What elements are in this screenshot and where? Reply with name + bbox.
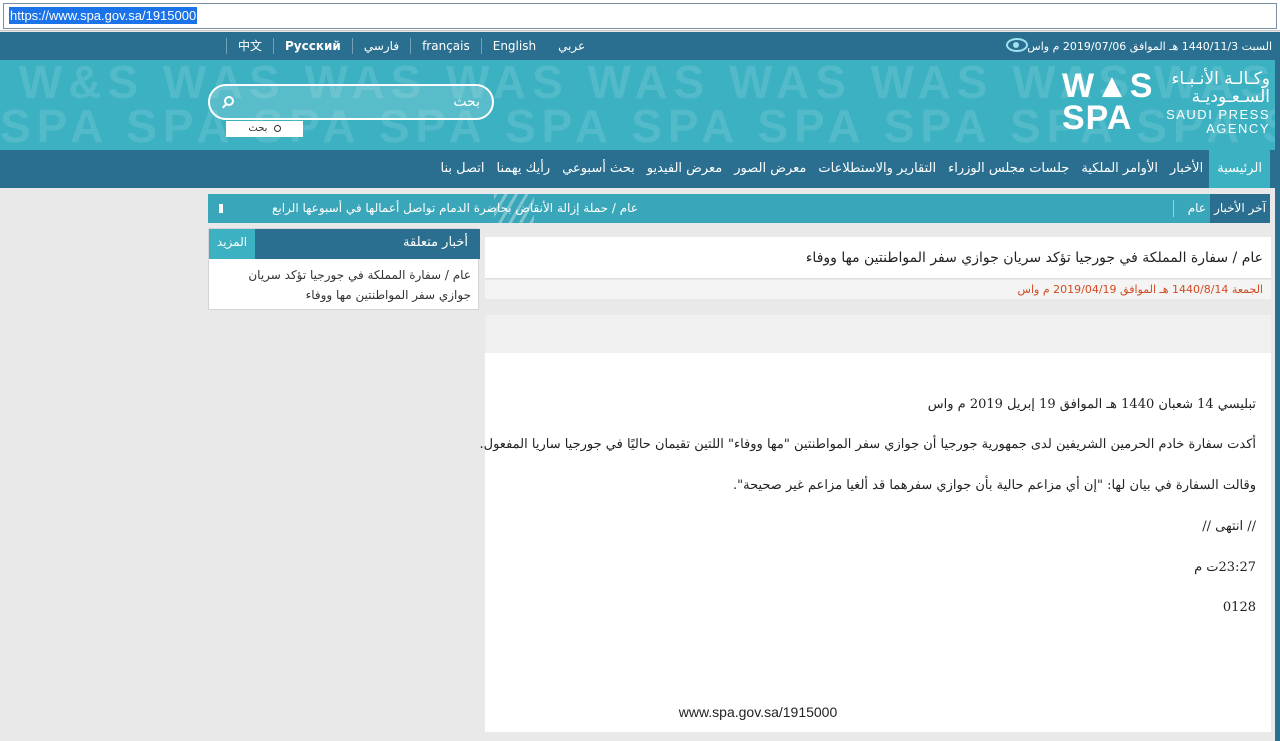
nav-items: الرئيسية الأخبار الأوامر الملكية جلسات م… <box>435 150 1270 188</box>
search-box[interactable] <box>208 84 494 120</box>
lang-english[interactable]: English <box>480 38 547 54</box>
ticker-pause-icon[interactable] <box>219 204 223 213</box>
right-window-edge <box>1275 32 1280 741</box>
nav-contact[interactable]: اتصل بنا <box>435 150 491 188</box>
logo-mark: W▲S SPA <box>1062 67 1154 137</box>
article-title: عام / سفارة المملكة في جورجيا تؤكد سريان… <box>805 250 1263 266</box>
article-date: الجمعة 1440/8/14 هـ الموافق 2019/04/19 م… <box>1017 283 1263 296</box>
language-switcher: عربي English français فارسي Русский 中文 <box>226 32 596 60</box>
lang-arabic[interactable]: عربي <box>547 38 596 54</box>
lang-russian[interactable]: Русский <box>273 38 352 54</box>
date-line: السبت 1440/11/3 هـ الموافق 2019/07/06 م … <box>1027 39 1272 53</box>
logo-english-name: SAUDI PRESS AGENCY <box>1166 107 1270 136</box>
lang-chinese[interactable]: 中文 <box>226 38 273 54</box>
top-bar: عربي English français فارسي Русский 中文 ا… <box>0 32 1280 60</box>
logo-arabic-name: وكـالـة الأنـبـاء السـعـوديـة <box>1171 69 1270 107</box>
news-ticker: آخر الأخبار عام عام / حملة إزالة الأنقاض… <box>208 194 1270 223</box>
search-button-icon <box>273 124 281 132</box>
related-news-header: المزيد أخبار متعلقة <box>209 229 480 259</box>
article-date-box: الجمعة 1440/8/14 هـ الموافق 2019/04/19 م… <box>485 280 1271 299</box>
related-news-title: أخبار متعلقة <box>403 235 468 250</box>
article-media-band <box>485 315 1271 353</box>
nav-video-gallery[interactable]: معرض الفيديو <box>641 150 729 188</box>
search-input[interactable] <box>240 91 480 113</box>
nav-photo-gallery[interactable]: معرض الصور <box>728 150 812 188</box>
nav-news[interactable]: الأخبار <box>1164 150 1209 188</box>
url-text[interactable]: https://www.spa.gov.sa/1915000 <box>9 7 198 24</box>
search-button-label: بحث <box>248 123 268 134</box>
ticker-headline[interactable]: عام / حملة إزالة الأنقاض بحاضرة الدمام ت… <box>232 194 638 223</box>
article-paragraph: أكدت سفارة خادم الحرمين الشريفين لدى جمه… <box>479 437 1256 452</box>
address-bar[interactable]: https://www.spa.gov.sa/1915000 <box>0 0 1280 31</box>
spa-logo[interactable]: W▲S SPA وكـالـة الأنـبـاء السـعـوديـة SAU… <box>1062 67 1272 140</box>
search-button[interactable]: بحث <box>226 121 303 137</box>
article-paragraph: وقالت السفارة في بيان لها: "إن أي مزاعم … <box>733 478 1256 493</box>
article-dateline: تبليسي 14 شعبان 1440 هـ الموافق 19 إبريل… <box>927 397 1256 412</box>
related-news-panel: المزيد أخبار متعلقة عام / سفارة المملكة … <box>208 228 480 310</box>
article-source-link[interactable]: www.spa.gov.sa/1915000 <box>485 704 1031 720</box>
accessibility-eye-icon[interactable] <box>1006 38 1028 52</box>
ticker-label: آخر الأخبار <box>1210 194 1270 223</box>
nav-royal-orders[interactable]: الأوامر الملكية <box>1075 150 1164 188</box>
lang-persian[interactable]: فارسي <box>351 38 410 54</box>
ticker-category[interactable]: عام <box>1188 194 1206 223</box>
ticker-divider <box>1173 200 1174 217</box>
article-code: 0128 <box>1222 600 1256 615</box>
related-news-item[interactable]: عام / سفارة المملكة في جورجيا تؤكد سريان… <box>219 265 471 305</box>
article-end-marker: // انتهى // <box>1202 519 1256 534</box>
more-button[interactable]: المزيد <box>209 229 255 259</box>
header-banner: W&S WAS WAS WAS WAS WAS WAS WAS WAS WAS … <box>0 60 1280 150</box>
ticker-stripes <box>494 194 534 223</box>
main-nav: الرئيسية الأخبار الأوامر الملكية جلسات م… <box>0 150 1280 188</box>
article-title-box: عام / سفارة المملكة في جورجيا تؤكد سريان… <box>485 237 1271 279</box>
nav-home[interactable]: الرئيسية <box>1209 150 1270 188</box>
nav-feedback[interactable]: رأيك يهمنا <box>491 150 557 188</box>
lang-french[interactable]: français <box>410 38 481 54</box>
article-body: تبليسي 14 شعبان 1440 هـ الموافق 19 إبريل… <box>480 315 1271 732</box>
nav-cabinet-sessions[interactable]: جلسات مجلس الوزراء <box>942 150 1075 188</box>
nav-reports[interactable]: التقارير والاستطلاعات <box>812 150 942 188</box>
nav-weekly-search[interactable]: بحث أسبوعي <box>556 150 641 188</box>
article-time: 23:27ت م <box>1194 560 1256 575</box>
search-icon[interactable] <box>224 96 234 106</box>
